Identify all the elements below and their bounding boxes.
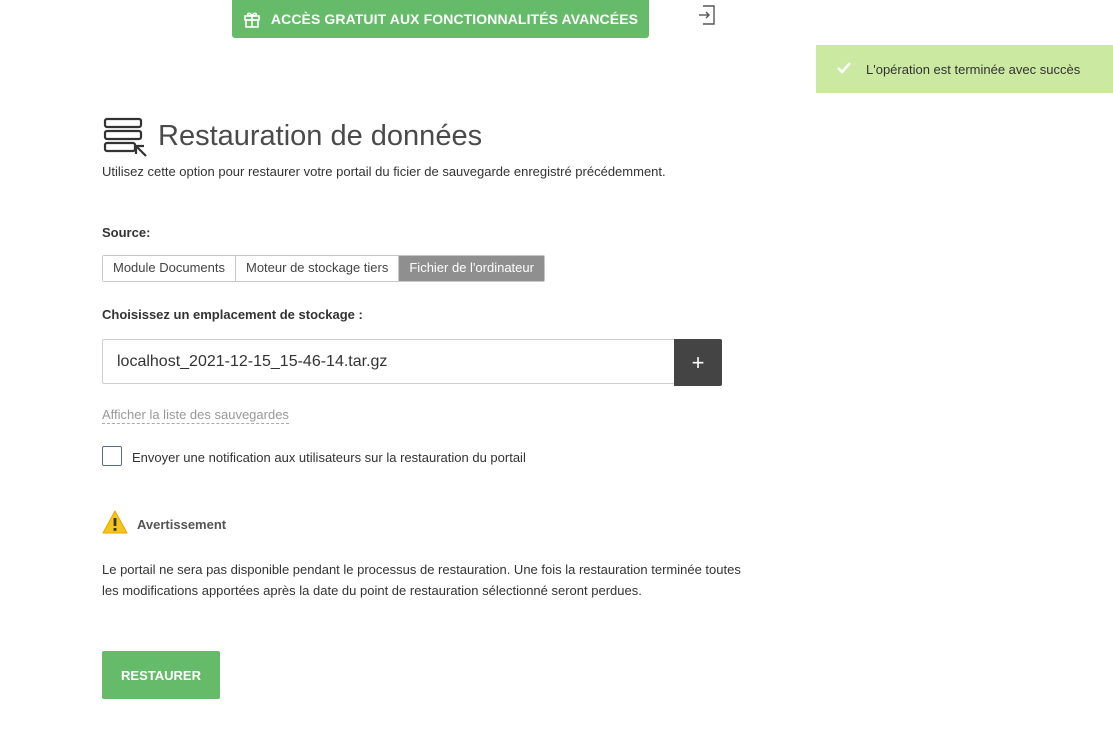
restore-button[interactable]: RESTAURER xyxy=(102,651,220,699)
notify-users-label: Envoyer une notification aux utilisateur… xyxy=(132,450,526,465)
storage-file-input[interactable]: localhost_2021-12-15_15-46-14.tar.gz xyxy=(102,339,674,384)
source-option-documents[interactable]: Module Documents xyxy=(103,256,236,281)
source-label: Source: xyxy=(102,225,151,240)
page-description: Utilisez cette option pour restaurer vot… xyxy=(102,164,666,179)
check-icon xyxy=(836,61,852,78)
warning-icon xyxy=(102,510,128,534)
storage-location-label: Choisissez un emplacement de stockage : xyxy=(102,307,363,322)
toast-message: L'opération est terminée avec succès xyxy=(866,61,1081,77)
page-header: Restauration de données xyxy=(102,101,482,173)
show-backups-link[interactable]: Afficher la liste des sauvegardes xyxy=(102,407,289,424)
logout-icon[interactable] xyxy=(697,4,717,26)
free-access-banner-button[interactable]: ACCÈS GRATUIT AUX FONCTIONNALITÉS AVANCÉ… xyxy=(232,0,649,38)
warning-title: Avertissement xyxy=(137,517,227,532)
source-option-computer-file[interactable]: Fichier de l'ordinateur xyxy=(399,256,544,281)
source-selector: Module Documents Moteur de stockage tier… xyxy=(102,255,545,282)
source-option-third-party-storage[interactable]: Moteur de stockage tiers xyxy=(236,256,400,281)
notify-users-checkbox[interactable] xyxy=(102,446,122,466)
page-title: Restauration de données xyxy=(158,120,483,153)
restore-database-icon xyxy=(102,116,150,158)
promo-label: ACCÈS GRATUIT AUX FONCTIONNALITÉS AVANCÉ… xyxy=(270,11,639,27)
success-toast[interactable]: L'opération est terminée avec succès xyxy=(816,45,1113,93)
gift-icon xyxy=(243,10,261,28)
warning-text: Le portail ne sera pas disponible pendan… xyxy=(102,562,741,598)
add-file-button[interactable]: + xyxy=(674,339,722,386)
